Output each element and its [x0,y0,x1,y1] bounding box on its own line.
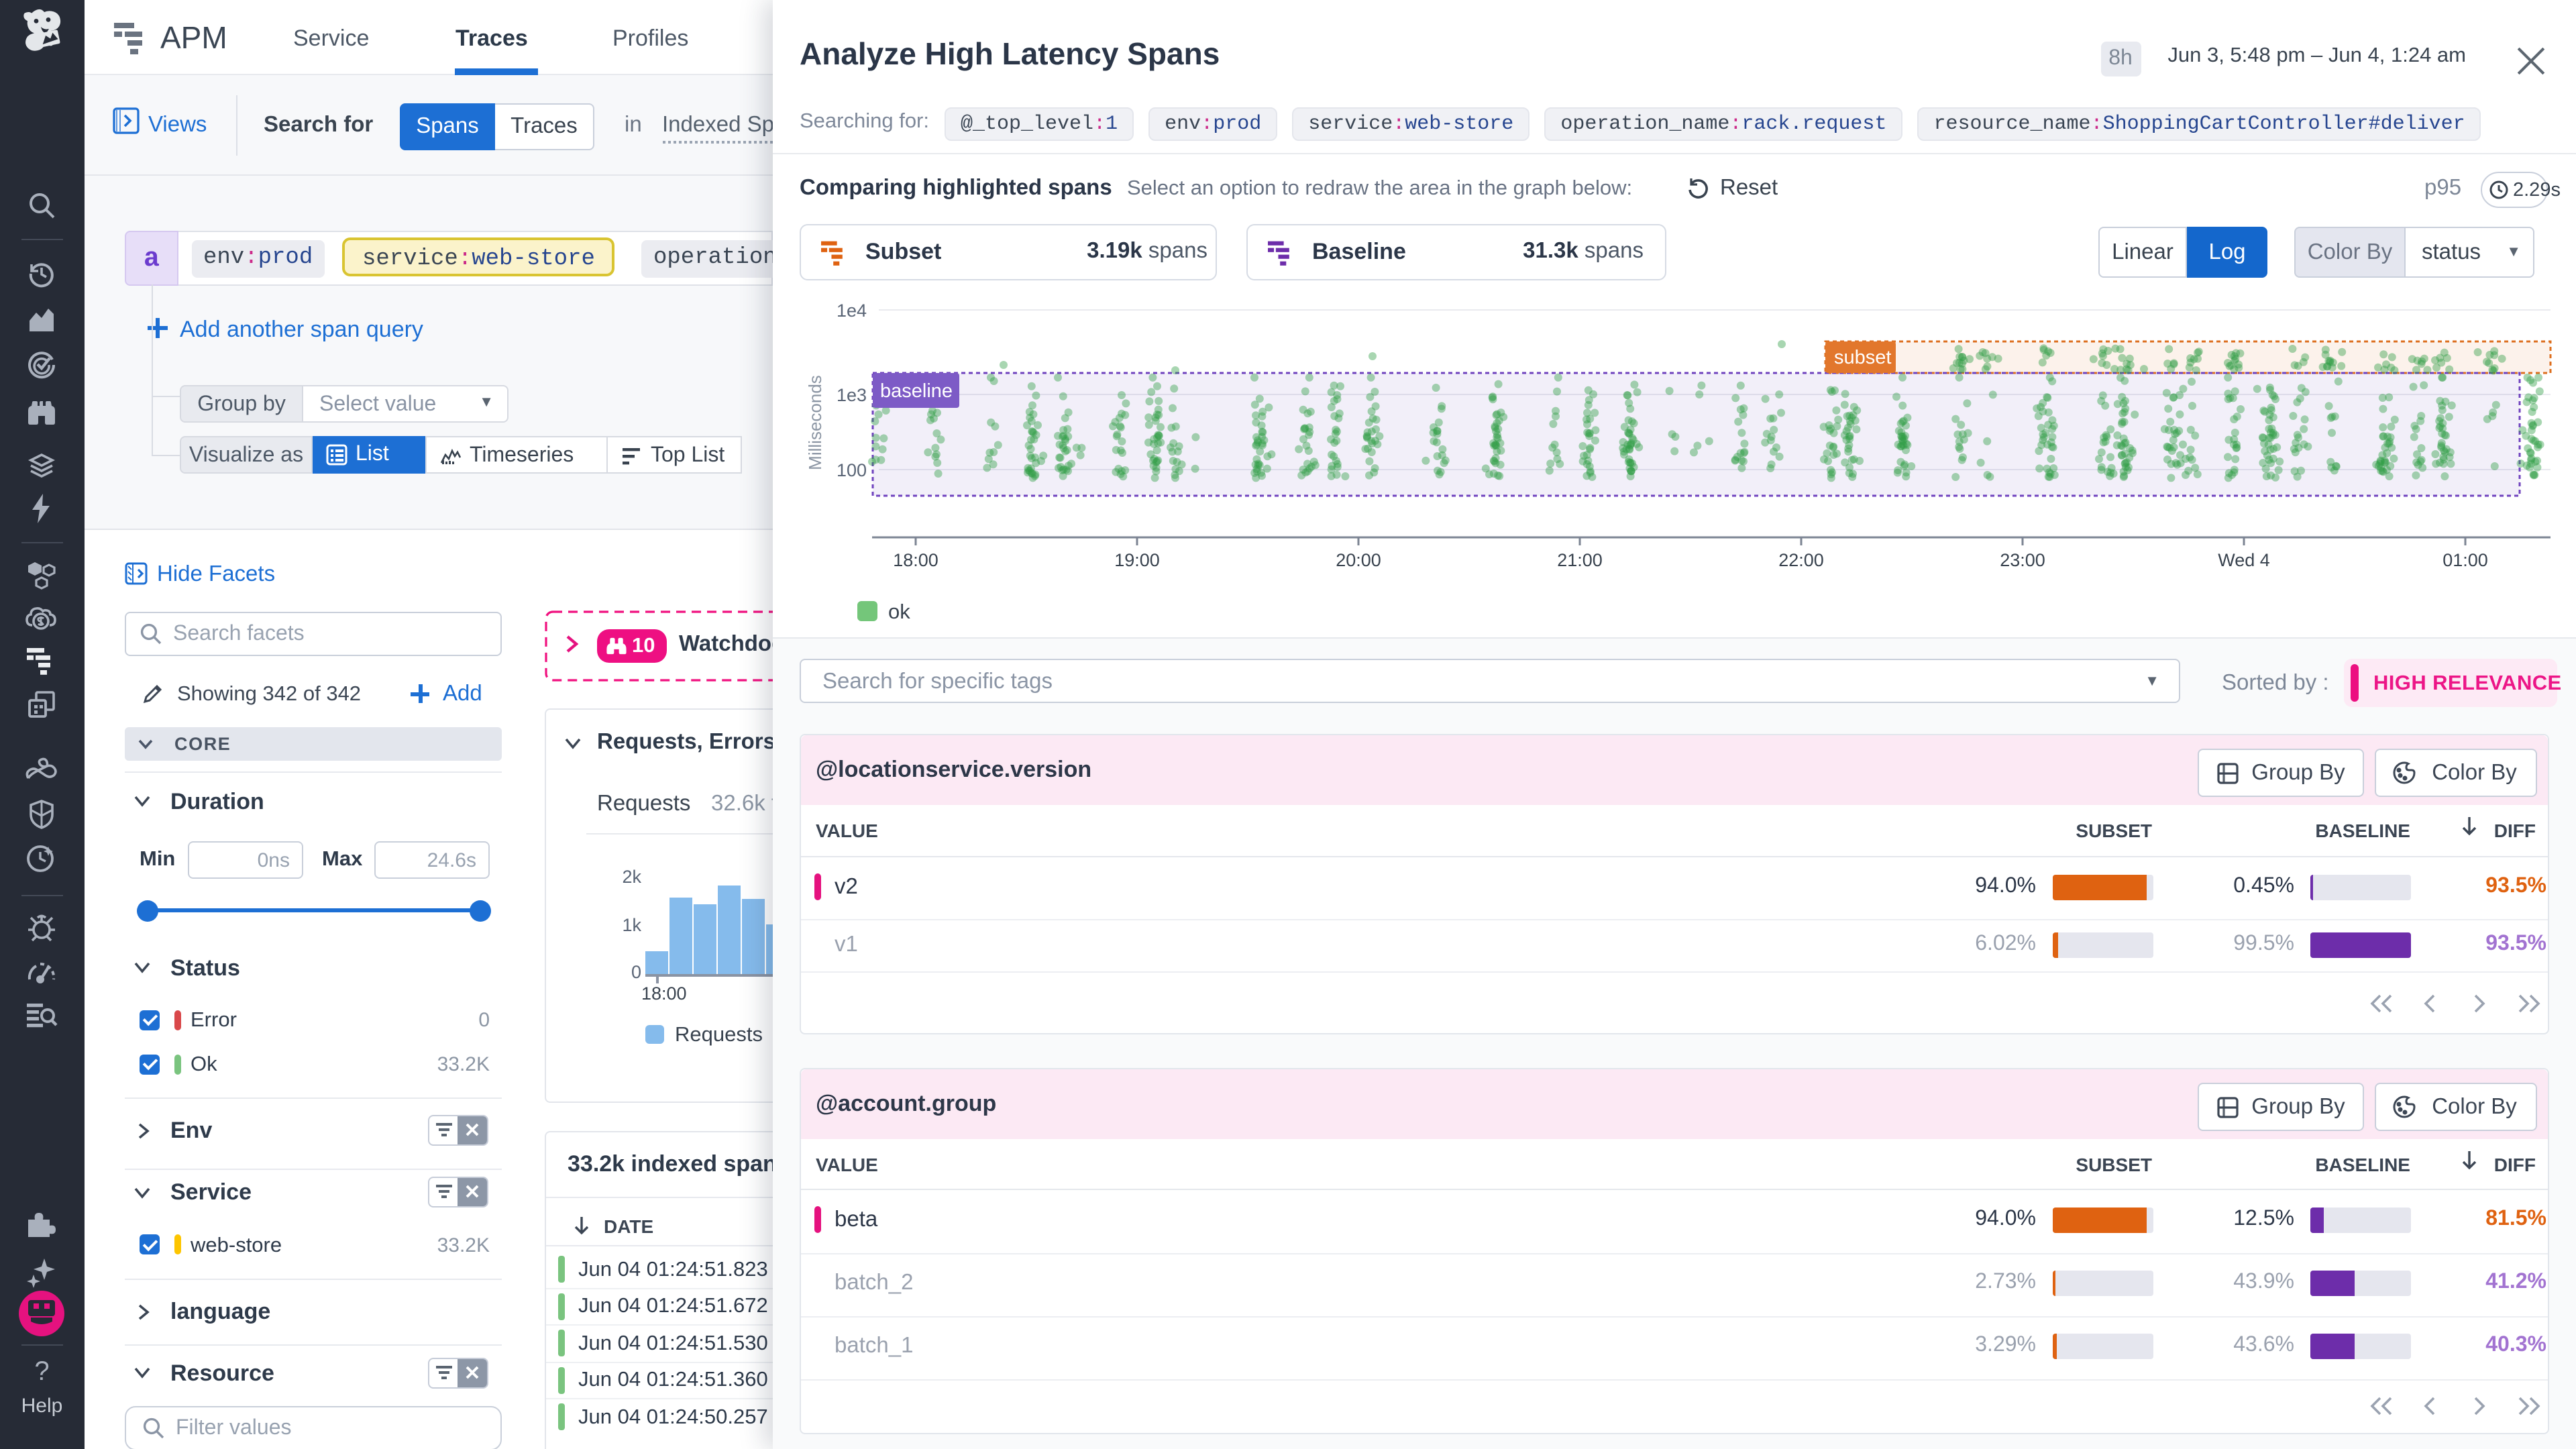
svg-text:100: 100 [837,460,867,480]
svg-text:20:00: 20:00 [1336,550,1381,570]
svg-text:subset: subset [1834,347,1891,368]
svg-text:21:00: 21:00 [1557,550,1603,570]
svg-text:Wed 4: Wed 4 [2218,550,2270,570]
svg-text:1e4: 1e4 [837,301,867,321]
svg-text:23:00: 23:00 [2000,550,2045,570]
svg-text:ok: ok [888,600,910,623]
svg-text:baseline: baseline [880,380,953,402]
svg-text:Milliseconds: Milliseconds [805,375,825,470]
svg-text:22:00: 22:00 [1778,550,1824,570]
svg-text:01:00: 01:00 [2443,550,2488,570]
svg-text:18:00: 18:00 [893,550,938,570]
svg-text:19:00: 19:00 [1114,550,1160,570]
svg-text:1e3: 1e3 [837,385,867,405]
